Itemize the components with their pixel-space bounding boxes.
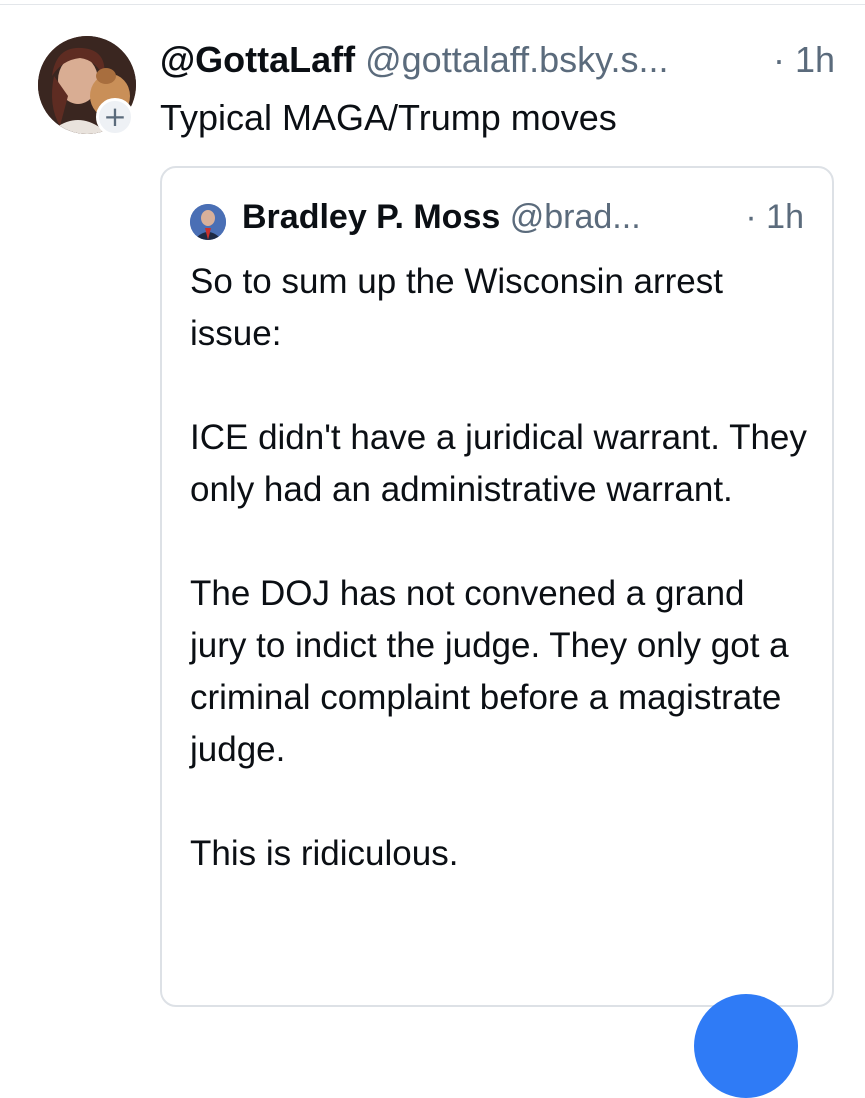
- compose-button[interactable]: [694, 994, 798, 1098]
- quoted-post-card[interactable]: Bradley P. Moss @brad... · 1h So to sum …: [160, 166, 834, 1007]
- post-text: Typical MAGA/Trump moves: [160, 97, 617, 138]
- top-divider: [0, 4, 865, 5]
- post-timestamp[interactable]: · 1h: [773, 38, 835, 82]
- quoted-paragraph: So to sum up the Wisconsin arrest issue:: [190, 262, 723, 353]
- quoted-paragraph: ICE didn't have a juridical warrant. The…: [190, 418, 807, 509]
- quoted-author-handle: @brad...: [509, 198, 641, 236]
- follow-plus-icon[interactable]: +: [96, 98, 134, 136]
- quoted-author-name: Bradley P. Moss: [242, 198, 501, 236]
- post-header: @GottaLaff @gottalaff.bsky.s...: [160, 38, 840, 82]
- quoted-author-avatar: [190, 204, 226, 240]
- quoted-paragraph: This is ridiculous.: [190, 834, 459, 873]
- quoted-post-body: So to sum up the Wisconsin arrest issue:…: [190, 256, 810, 880]
- quoted-post-timestamp: · 1h: [745, 198, 804, 236]
- quoted-avatar-photo-icon: [190, 204, 226, 240]
- quoted-post-header: Bradley P. Moss @brad...: [242, 196, 641, 238]
- quoted-paragraph: The DOJ has not convened a grand jury to…: [190, 574, 789, 769]
- author-display-name[interactable]: @GottaLaff: [160, 39, 355, 80]
- author-handle[interactable]: @gottalaff.bsky.s...: [365, 39, 668, 80]
